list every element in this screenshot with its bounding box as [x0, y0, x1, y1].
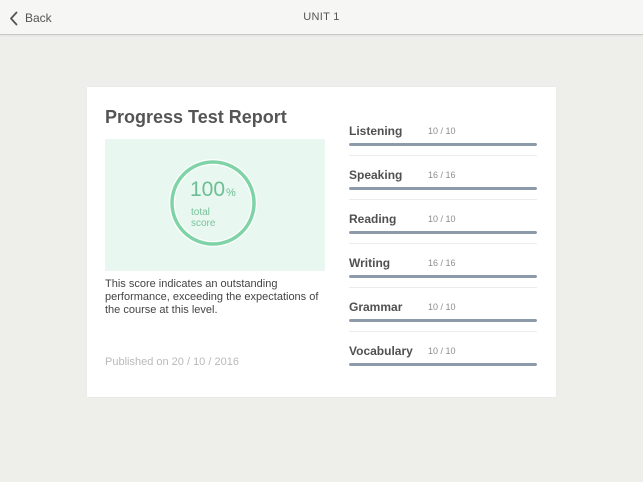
skill-progress-bar	[349, 319, 537, 322]
skill-row-speaking: Speaking 16 / 16	[349, 168, 537, 212]
total-score-value: 100%	[190, 178, 236, 202]
skill-score: 10 / 10	[428, 302, 456, 312]
skill-progress-fill	[349, 231, 537, 234]
skill-name: Reading	[349, 212, 397, 226]
score-unit: %	[226, 187, 236, 199]
score-caption-line2: score	[191, 218, 216, 229]
skill-score: 10 / 10	[428, 214, 456, 224]
divider	[349, 155, 537, 156]
skill-row-listening: Listening 10 / 10	[349, 124, 537, 168]
skill-row-reading: Reading 10 / 10	[349, 212, 537, 256]
skill-name: Grammar	[349, 300, 403, 314]
published-date: Published on 20 / 10 / 2016	[105, 356, 239, 368]
skill-name: Listening	[349, 124, 403, 138]
skill-progress-fill	[349, 319, 537, 322]
skill-progress-bar	[349, 275, 537, 278]
score-caption: total score	[191, 207, 231, 229]
skill-progress-bar	[349, 187, 537, 190]
score-panel: 100% total score	[105, 139, 325, 271]
skill-score: 16 / 16	[428, 170, 456, 180]
skill-row-grammar: Grammar 10 / 10	[349, 300, 537, 344]
divider	[349, 287, 537, 288]
progress-report-card: Progress Test Report 100% total score Th…	[87, 87, 556, 397]
skill-row-writing: Writing 16 / 16	[349, 256, 537, 300]
skill-progress-bar	[349, 143, 537, 146]
skill-progress-fill	[349, 187, 537, 190]
skill-progress-fill	[349, 275, 537, 278]
skill-progress-fill	[349, 143, 537, 146]
top-navigation-bar: Back UNIT 1	[0, 0, 643, 35]
skill-name: Vocabulary	[349, 344, 413, 358]
score-description: This score indicates an outstanding perf…	[105, 278, 319, 316]
skill-name: Writing	[349, 256, 391, 270]
skill-row-vocabulary: Vocabulary 10 / 10	[349, 344, 537, 388]
divider	[349, 331, 537, 332]
score-caption-line1: total	[191, 207, 210, 218]
skill-score: 16 / 16	[428, 258, 456, 268]
skill-progress-bar	[349, 363, 537, 366]
skill-score: 10 / 10	[428, 346, 456, 356]
skill-progress-bar	[349, 231, 537, 234]
divider	[349, 199, 537, 200]
page-title: UNIT 1	[303, 11, 340, 23]
score-number: 100	[190, 178, 226, 201]
divider	[349, 243, 537, 244]
score-ring	[169, 159, 257, 247]
skill-score: 10 / 10	[428, 126, 456, 136]
skill-progress-fill	[349, 363, 537, 366]
skill-name: Speaking	[349, 168, 403, 182]
report-heading: Progress Test Report	[105, 107, 287, 127]
